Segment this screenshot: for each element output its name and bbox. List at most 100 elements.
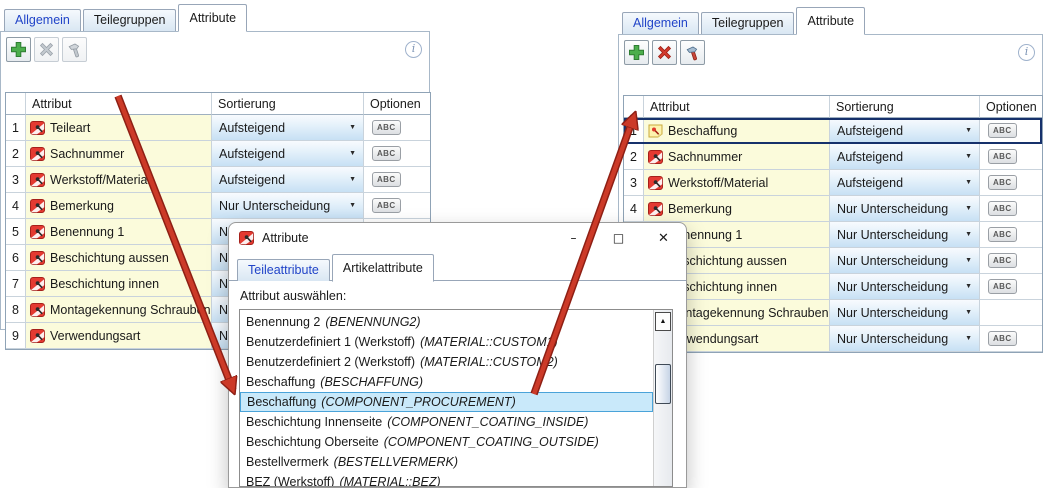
option-name: Beschaffung — [247, 395, 316, 409]
attribute-icon — [30, 121, 45, 135]
row-number: 1 — [6, 115, 26, 141]
attribute-label: Beschaffung — [668, 124, 737, 138]
edit-button[interactable] — [680, 40, 705, 65]
add-button[interactable] — [6, 37, 31, 62]
sorting-cell: Nur Unterscheidung▼ — [830, 300, 980, 326]
sorting-dropdown[interactable]: Nur Unterscheidung▼ — [830, 274, 979, 299]
attribute-label: Werkstoff/Material — [50, 173, 150, 187]
chevron-down-icon: ▼ — [965, 179, 972, 186]
attribute-option[interactable]: Beschaffung(BESCHAFFUNG) — [240, 372, 653, 392]
close-icon[interactable]: ✕ — [641, 223, 686, 253]
delete-button[interactable] — [652, 40, 677, 65]
tab-attribute[interactable]: Attribute — [178, 4, 247, 32]
tab-teileattribute[interactable]: Teileattribute — [237, 259, 330, 281]
tab-teilegruppen[interactable]: Teilegruppen — [83, 9, 177, 31]
attribute-option[interactable]: Beschaffung(COMPONENT_PROCUREMENT) — [240, 392, 653, 412]
abc-button[interactable]: ABC — [372, 198, 401, 213]
attribute-label: Montagekennung Schrauben — [668, 306, 829, 320]
sorting-dropdown[interactable]: Aufsteigend▼ — [212, 167, 363, 192]
toolbar — [624, 40, 705, 65]
abc-button[interactable]: ABC — [988, 227, 1017, 242]
scrollbar[interactable]: ▲ — [653, 310, 672, 486]
attribute-row[interactable]: 2SachnummerAufsteigend▼ABC — [624, 144, 1042, 170]
option-code: (MATERIAL::CUSTOM2) — [420, 355, 558, 369]
attribute-cell: Beschichtung aussen — [26, 245, 212, 271]
column-header-attribute: Attribut — [644, 96, 830, 118]
tab-teilegruppen[interactable]: Teilegruppen — [701, 12, 795, 34]
maximize-icon[interactable]: □ — [596, 223, 641, 253]
attribute-row[interactable]: 2SachnummerAufsteigend▼ABC — [6, 141, 430, 167]
option-name: Benutzerdefiniert 1 (Werkstoff) — [246, 335, 415, 349]
minimize-icon[interactable]: – — [551, 223, 596, 253]
row-number: 9 — [6, 323, 26, 349]
attribute-label: Bemerkung — [50, 199, 114, 213]
sorting-dropdown[interactable]: Nur Unterscheidung▼ — [830, 326, 979, 351]
abc-button[interactable]: ABC — [988, 201, 1017, 216]
info-icon[interactable]: i — [1018, 44, 1035, 61]
sorting-dropdown[interactable]: Nur Unterscheidung▼ — [212, 193, 363, 218]
sorting-dropdown[interactable]: Aufsteigend▼ — [830, 118, 979, 143]
abc-button[interactable]: ABC — [988, 331, 1017, 346]
hammer-icon — [685, 45, 701, 61]
tab-artikelattribute[interactable]: Artikelattribute — [332, 254, 434, 282]
attribute-option[interactable]: Benennung 2(BENENNUNG2) — [240, 312, 653, 332]
attribute-option[interactable]: Beschichtung Oberseite(COMPONENT_COATING… — [240, 432, 653, 452]
sorting-dropdown[interactable]: Aufsteigend▼ — [830, 170, 979, 195]
attribute-cell: Benennung 1 — [26, 219, 212, 245]
chevron-down-icon: ▼ — [965, 153, 972, 160]
attribute-row[interactable]: 4BemerkungNur Unterscheidung▼ABC — [6, 193, 430, 219]
attribute-label: Teileart — [50, 121, 90, 135]
attribute-label: Sachnummer — [50, 147, 124, 161]
abc-button[interactable]: ABC — [988, 279, 1017, 294]
x-icon — [656, 44, 673, 61]
dialog-tab-bar: TeileattributeArtikelattribute — [229, 253, 686, 281]
attribute-option[interactable]: Benutzerdefiniert 1 (Werkstoff)(MATERIAL… — [240, 332, 653, 352]
attribute-label: Beschichtung innen — [50, 277, 159, 291]
delete-button — [34, 37, 59, 62]
chevron-down-icon: ▼ — [965, 127, 972, 134]
scroll-up-icon[interactable]: ▲ — [655, 312, 671, 331]
attribute-option[interactable]: BEZ (Werkstoff)(MATERIAL::BEZ) — [240, 472, 653, 486]
sorting-dropdown[interactable]: Nur Unterscheidung▼ — [830, 196, 979, 221]
sorting-value: Aufsteigend — [219, 121, 285, 135]
toolbar — [6, 37, 87, 62]
sorting-dropdown[interactable]: Nur Unterscheidung▼ — [830, 300, 979, 325]
tab-attribute[interactable]: Attribute — [796, 7, 865, 35]
attribute-option[interactable]: Bestellvermerk(BESTELLVERMERK) — [240, 452, 653, 472]
attribute-label: Verwendungsart — [50, 329, 140, 343]
attribute-cell: Sachnummer — [26, 141, 212, 167]
attribute-row[interactable]: 1BeschaffungAufsteigend▼ABC — [624, 118, 1042, 144]
abc-button[interactable]: ABC — [988, 253, 1017, 268]
info-icon[interactable]: i — [405, 41, 422, 58]
abc-button[interactable]: ABC — [988, 175, 1017, 190]
abc-button[interactable]: ABC — [988, 149, 1017, 164]
abc-button[interactable]: ABC — [988, 123, 1017, 138]
attribute-cell: Bemerkung — [26, 193, 212, 219]
attribute-row[interactable]: 3Werkstoff/MaterialAufsteigend▼ABC — [6, 167, 430, 193]
attribute-row[interactable]: 1 Teileart Aufsteigend ▼ ABC — [6, 115, 430, 141]
attribute-row[interactable]: 4BemerkungNur Unterscheidung▼ABC — [624, 196, 1042, 222]
option-name: BEZ (Werkstoff) — [246, 475, 334, 486]
sorting-dropdown[interactable]: Nur Unterscheidung▼ — [830, 248, 979, 273]
add-button[interactable] — [624, 40, 649, 65]
abc-button[interactable]: ABC — [372, 146, 401, 161]
attribute-row[interactable]: 3Werkstoff/MaterialAufsteigend▼ABC — [624, 170, 1042, 196]
chevron-down-icon: ▼ — [349, 202, 356, 209]
sorting-dropdown[interactable]: Aufsteigend ▼ — [212, 115, 363, 140]
option-code: (COMPONENT_COATING_INSIDE) — [387, 415, 588, 429]
sorting-dropdown[interactable]: Aufsteigend▼ — [212, 141, 363, 166]
attribute-option[interactable]: Benutzerdefiniert 2 (Werkstoff)(MATERIAL… — [240, 352, 653, 372]
sorting-dropdown[interactable]: Nur Unterscheidung▼ — [830, 222, 979, 247]
attribute-cell: Werkstoff/Material — [644, 170, 830, 196]
chevron-down-icon: ▼ — [965, 231, 972, 238]
chevron-down-icon: ▼ — [349, 124, 356, 131]
dialog-title: Attribute — [262, 231, 309, 245]
abc-button[interactable]: ABC — [372, 120, 401, 135]
sorting-dropdown[interactable]: Aufsteigend▼ — [830, 144, 979, 169]
dialog-titlebar[interactable]: Attribute – □ ✕ — [229, 223, 686, 253]
tab-allgemein[interactable]: Allgemein — [4, 9, 81, 31]
abc-button[interactable]: ABC — [372, 172, 401, 187]
tab-allgemein[interactable]: Allgemein — [622, 12, 699, 34]
scrollbar-thumb[interactable] — [655, 364, 671, 404]
attribute-option[interactable]: Beschichtung Innenseite(COMPONENT_COATIN… — [240, 412, 653, 432]
